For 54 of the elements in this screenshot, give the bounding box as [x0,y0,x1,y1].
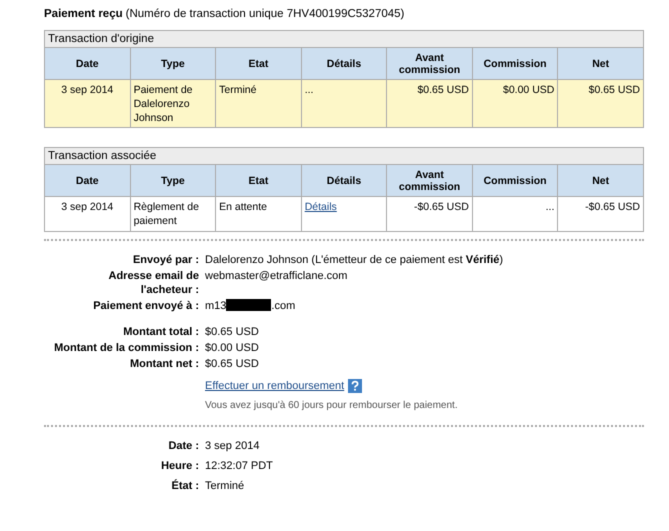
column-header: Avant commission [386,164,472,196]
column-header: Commission [472,164,558,196]
page-title: Paiement reçu [44,8,123,20]
column-header: Détails [301,164,387,196]
refund-link[interactable]: Effectuer un remboursement [205,379,344,393]
transaction-id-text: (Numéro de transaction unique 7HV400199C5327045) [126,8,404,20]
field-label: Montant de la commission : [53,341,199,355]
field-value: 12:32:07 PDT [205,459,274,473]
table-cell: 3 sep 2014 [44,80,130,128]
table-cell: -$0.65 USD [386,196,472,232]
details-link[interactable]: Détails [304,201,337,213]
column-header: Type [130,164,216,196]
field-value: .com [271,300,296,312]
field-value: $0.65 USD [205,357,260,371]
table-cell: Règlement de paiement [130,196,216,232]
table-title: Transaction associée [44,148,644,164]
table-cell: ... [301,80,387,128]
column-header: Etat [216,164,302,196]
field-label: Paiement envoyé à : [92,299,199,313]
field-value: $0.65 USD [205,325,260,339]
field-value: 3 sep 2014 [205,439,260,453]
table-cell: En attente [216,196,302,232]
column-header: Etat [216,48,302,80]
table-cell: ... [472,196,558,232]
column-header: Commission [472,48,558,80]
field-label: Adresse email de l'acheteur : [108,269,199,297]
column-header: Type [130,48,216,80]
field-value: Terminé [205,479,246,493]
column-header: Détails [301,48,387,80]
help-icon[interactable] [348,379,362,393]
field-value: m13 [205,300,226,312]
field-label: Montant total : [122,325,199,339]
field-label: État : [170,479,199,493]
field-label: Date : [167,439,199,453]
field-value: $0.00 USD [205,341,260,355]
column-header: Date [44,164,130,196]
column-header: Date [44,48,130,80]
table-cell: $0.65 USD [558,80,644,128]
column-header: Net [558,48,644,80]
column-header: Net [558,164,644,196]
table-cell: Paiement de Dalelorenzo Johnson [130,80,216,128]
table-cell: $0.65 USD [386,80,472,128]
field-value: webmaster@etrafficlane.com [205,269,348,284]
field-label: Envoyé par : [132,253,199,267]
table-title: Transaction d'origine [44,30,644,48]
table-cell: -$0.65 USD [558,196,644,232]
column-header: Avant commission [386,48,472,80]
field-label: Montant net : [128,357,199,371]
refund-note: Vous avez jusqu'à 60 jours pour rembourser le paiement. [205,399,459,413]
table-cell: $0.00 USD [472,80,558,128]
table-cell: Terminé [216,80,302,128]
field-label: Heure : [160,459,199,473]
field-value: Dalelorenzo Johnson (L'émetteur de ce paiement est Vérifié) [205,253,504,267]
table-cell: 3 sep 2014 [44,196,130,232]
